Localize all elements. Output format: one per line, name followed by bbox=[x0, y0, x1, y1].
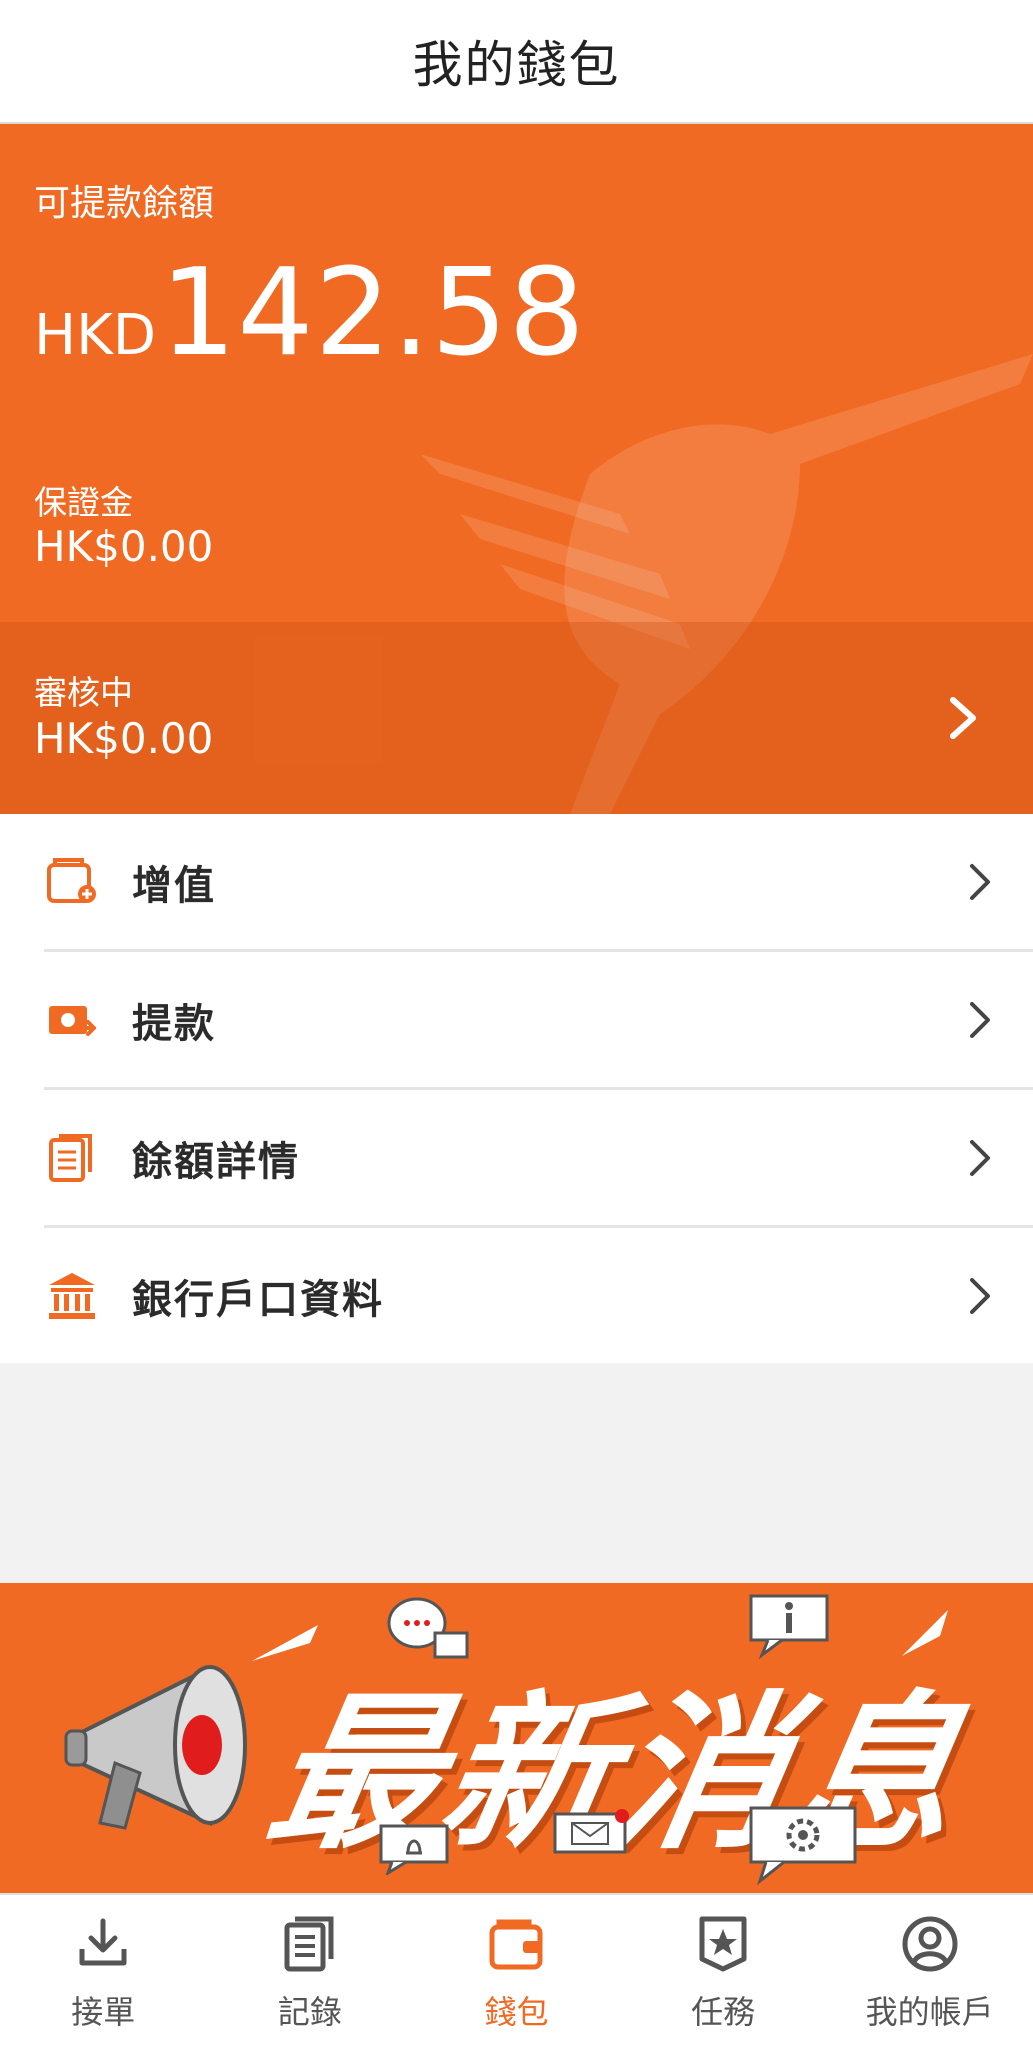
menu-item-withdraw[interactable]: 提款 bbox=[0, 952, 1033, 1087]
withdrawable-balance: HKD 142.58 bbox=[34, 244, 586, 383]
wallet-add-icon bbox=[47, 857, 96, 903]
currency-code: HKD bbox=[34, 303, 156, 368]
tab-tasks[interactable]: 任務 bbox=[620, 1895, 827, 2048]
chevron-right-icon bbox=[970, 1139, 990, 1176]
tab-label: 任務 bbox=[691, 1993, 756, 2031]
deposit-label: 保證金 bbox=[34, 483, 133, 522]
chevron-right-icon bbox=[950, 697, 976, 739]
download-icon bbox=[79, 1918, 127, 1966]
tab-my-account[interactable]: 我的帳戶 bbox=[826, 1895, 1033, 2048]
menu-item-balance-details[interactable]: 餘額詳情 bbox=[0, 1090, 1033, 1225]
tab-label: 我的帳戶 bbox=[865, 1993, 994, 2031]
menu-item-top-up[interactable]: 增值 bbox=[0, 814, 1033, 949]
withdrawable-balance-label: 可提款餘額 bbox=[34, 183, 215, 224]
deposit-value: HK$0.00 bbox=[34, 522, 214, 571]
records-icon bbox=[284, 1916, 334, 1972]
menu-item-label: 銀行戶口資料 bbox=[132, 1276, 384, 1323]
star-badge-icon bbox=[699, 1916, 747, 1972]
balance-amount: 142.58 bbox=[159, 244, 586, 383]
menu-item-label: 增值 bbox=[132, 862, 216, 909]
cash-withdraw-icon bbox=[49, 1005, 96, 1036]
menu-item-label: 提款 bbox=[132, 1000, 216, 1047]
document-list-icon bbox=[49, 1133, 92, 1182]
tab-label: 接單 bbox=[71, 1993, 136, 2031]
chevron-right-icon bbox=[970, 1001, 990, 1038]
top-bar: 我的錢包 bbox=[0, 0, 1033, 124]
menu-item-bank-account[interactable]: 銀行戶口資料 bbox=[0, 1228, 1033, 1363]
tab-records[interactable]: 記錄 bbox=[207, 1895, 414, 2048]
user-icon bbox=[902, 1916, 958, 1972]
under-review-row[interactable]: 審核中 HK$0.00 bbox=[0, 622, 1033, 814]
menu-item-label: 餘額詳情 bbox=[132, 1138, 300, 1185]
tab-wallet[interactable]: 錢包 bbox=[413, 1895, 620, 2048]
wallet-icon bbox=[489, 1919, 543, 1970]
settings-bubble-icon bbox=[749, 1806, 857, 1885]
under-review-value: HK$0.00 bbox=[34, 714, 214, 763]
bank-icon bbox=[49, 1272, 95, 1319]
page-title: 我的錢包 bbox=[412, 36, 621, 94]
tab-label: 錢包 bbox=[484, 1993, 549, 2031]
wallet-menu: 增值 提款 餘額詳情 銀行戶口資料 bbox=[0, 814, 1033, 1363]
megaphone-icon bbox=[64, 1664, 247, 1830]
balance-card: 可提款餘額 HKD 142.58 保證金 HK$0.00 審核中 HK$0.00 bbox=[0, 124, 1033, 814]
under-review-label: 審核中 bbox=[34, 673, 133, 712]
chevron-right-icon bbox=[970, 1277, 990, 1314]
bottom-tab-bar: 接單 記錄 錢包 任務 我的帳戶 bbox=[0, 1893, 1033, 2048]
latest-news-banner[interactable]: 最新消息 bbox=[0, 1583, 1033, 1893]
tab-accept-orders[interactable]: 接單 bbox=[0, 1895, 207, 2048]
tab-label: 記錄 bbox=[277, 1993, 342, 2031]
bell-bubble-icon bbox=[379, 1824, 449, 1875]
chevron-right-icon bbox=[970, 863, 990, 900]
mail-bubble-icon bbox=[553, 1809, 629, 1854]
